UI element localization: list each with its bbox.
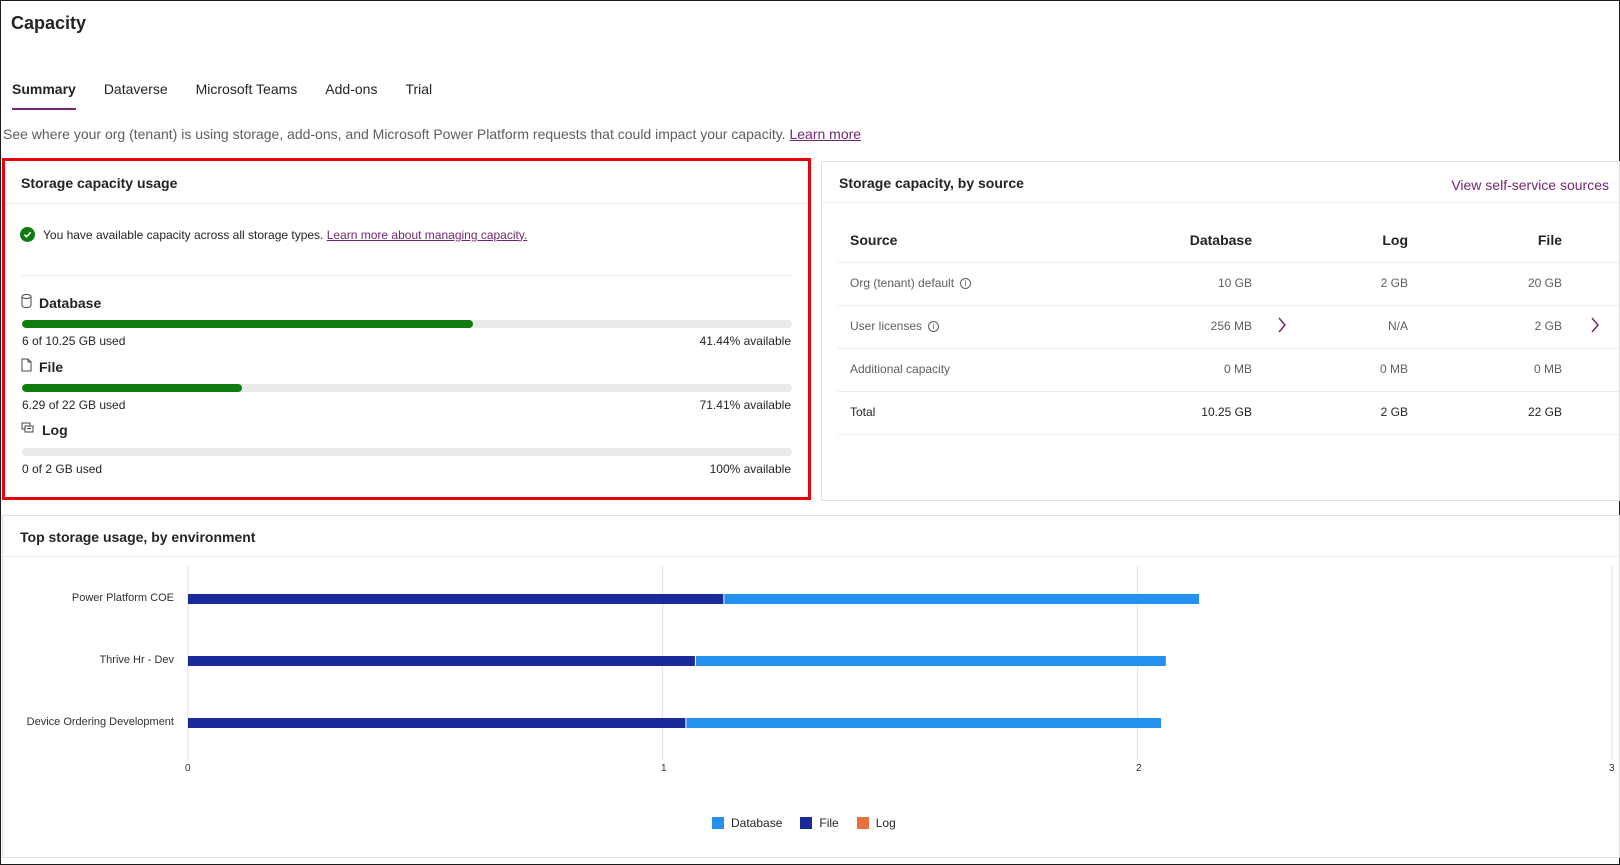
x-tick-label: 1 (661, 763, 667, 774)
status-divider (21, 275, 792, 276)
top-storage-usage-title: Top storage usage, by environment (20, 529, 256, 545)
column-header-source[interactable]: Source (850, 232, 897, 248)
tab-trial[interactable]: Trial (405, 80, 432, 110)
legend-label-log: Log (875, 816, 896, 830)
database-available-text: 41.44% available (699, 334, 791, 348)
file-used-text: 6.29 of 22 GB used (22, 398, 126, 412)
checkmark-circle-icon (20, 227, 35, 242)
top-storage-usage-card: Top storage usage, by environment (2, 515, 1620, 858)
storage-by-source-card: Storage capacity, by source View self-se… (821, 161, 1620, 501)
legend-item-log[interactable]: Log (856, 816, 896, 830)
file-icon (21, 358, 32, 375)
source-total: Total (850, 405, 876, 419)
user-licenses-database: 256 MB (1210, 319, 1252, 333)
storage-capacity-usage-card: Storage capacity usage You have availabl… (2, 158, 811, 500)
page-description: See where your org (tenant) is using sto… (3, 126, 861, 142)
file-progress-fill (22, 384, 243, 392)
source-org-default: Org (tenant) default i (850, 276, 972, 290)
chart-legend: Database File Log (712, 816, 914, 830)
log-icon (21, 422, 35, 438)
capacity-status: You have available capacity across all s… (20, 227, 527, 242)
source-user-licenses: User licenses i (850, 319, 940, 333)
legend-item-database[interactable]: Database (712, 816, 782, 830)
file-meter-label: File (39, 358, 64, 375)
org-default-database: 10 GB (1217, 276, 1252, 290)
log-meter-label: Log (42, 422, 68, 438)
log-progress-track (22, 448, 792, 456)
tab-bar: Summary Dataverse Microsoft Teams Add-on… (12, 80, 460, 110)
manage-capacity-link[interactable]: Learn more about managing capacity. (327, 228, 528, 242)
total-file: 22 GB (1527, 405, 1562, 419)
row-divider (838, 434, 1619, 435)
user-licenses-file: 2 GB (1534, 319, 1562, 333)
header-row-divider (838, 262, 1619, 263)
file-available-text: 71.41% available (699, 398, 791, 412)
category-label-thrive-hr-dev: Thrive Hr - Dev (99, 654, 174, 666)
status-text: You have available capacity across all s… (43, 227, 324, 242)
info-icon[interactable]: i (960, 278, 972, 290)
database-icon (21, 294, 32, 311)
tab-dataverse[interactable]: Dataverse (104, 80, 168, 110)
x-tick-label: 0 (185, 763, 191, 774)
column-header-database[interactable]: Database (1162, 232, 1252, 248)
row-divider (838, 391, 1619, 392)
row-divider (838, 348, 1619, 349)
tab-add-ons[interactable]: Add-ons (325, 80, 377, 110)
legend-label-database: Database (731, 816, 783, 830)
legend-swatch-file (800, 817, 813, 829)
card-header-divider (5, 203, 808, 204)
org-default-log: 2 GB (1380, 276, 1408, 290)
learn-more-link[interactable]: Learn more (789, 126, 861, 142)
database-progress-fill (22, 320, 473, 328)
log-meter-heading: Log (21, 422, 68, 438)
legend-item-file[interactable]: File (800, 816, 839, 830)
chevron-right-icon[interactable] (1590, 317, 1600, 338)
legend-label-file: File (819, 816, 839, 830)
database-progress-track (22, 320, 792, 328)
tab-summary[interactable]: Summary (12, 80, 76, 110)
category-label-device-ordering-development: Device Ordering Development (26, 716, 174, 728)
total-database: 10.25 GB (1201, 405, 1252, 419)
database-used-text: 6 of 10.25 GB used (22, 334, 126, 348)
source-user-licenses-label: User licenses (850, 319, 923, 333)
storage-by-source-title: Storage capacity, by source (839, 175, 1024, 191)
source-additional-capacity: Additional capacity (850, 362, 951, 376)
database-meter-label: Database (39, 294, 102, 311)
additional-capacity-database: 0 MB (1223, 362, 1252, 376)
view-self-service-sources-link[interactable]: View self-service sources (1451, 177, 1609, 193)
log-available-text: 100% available (709, 462, 791, 476)
storage-capacity-usage-title: Storage capacity usage (21, 175, 178, 191)
description-text: See where your org (tenant) is using sto… (3, 126, 786, 142)
additional-capacity-log: 0 MB (1379, 362, 1408, 376)
x-tick-label: 3 (1609, 763, 1615, 774)
page-title: Capacity (11, 13, 87, 33)
x-tick-label: 2 (1136, 763, 1142, 774)
log-used-text: 0 of 2 GB used (22, 462, 103, 476)
file-meter-heading: File (21, 358, 63, 375)
info-icon[interactable]: i (928, 321, 940, 333)
additional-capacity-file: 0 MB (1533, 362, 1562, 376)
total-log: 2 GB (1380, 405, 1408, 419)
org-default-file: 20 GB (1527, 276, 1562, 290)
card-header-divider (3, 556, 1619, 557)
category-label-power-platform-coe: Power Platform COE (71, 592, 174, 604)
source-org-default-label: Org (tenant) default (850, 276, 955, 290)
card-header-divider (822, 202, 1619, 203)
chevron-right-icon[interactable] (1277, 317, 1287, 338)
legend-swatch-database (712, 817, 724, 829)
database-meter-heading: Database (21, 294, 101, 311)
user-licenses-log: N/A (1387, 319, 1408, 333)
column-header-file[interactable]: File (1482, 232, 1562, 248)
row-divider (838, 305, 1619, 306)
file-progress-track (22, 384, 792, 392)
tab-microsoft-teams[interactable]: Microsoft Teams (196, 80, 298, 110)
legend-swatch-log (856, 817, 869, 829)
column-header-log[interactable]: Log (1322, 232, 1408, 248)
